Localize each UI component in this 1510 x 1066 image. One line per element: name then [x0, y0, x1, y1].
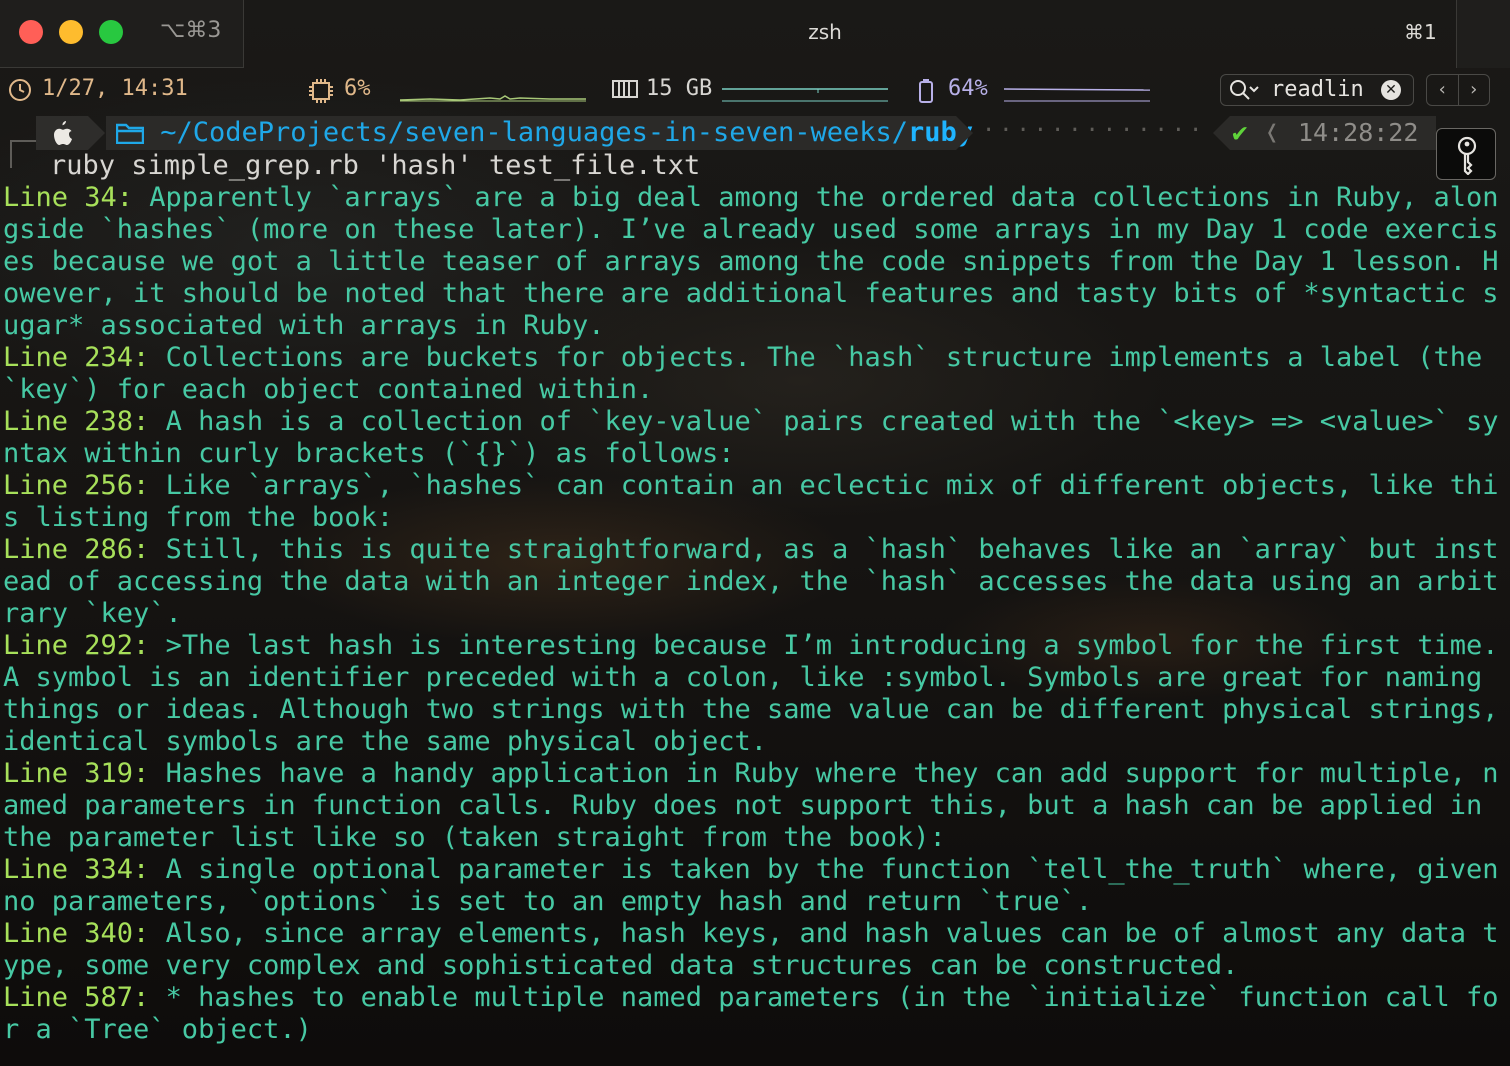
output-line: Line 334: A single optional parameter is…	[3, 854, 1508, 918]
line-text: Still, this is quite straightforward, as…	[3, 534, 1499, 629]
prompt-time: 14:28:22	[1298, 118, 1419, 147]
cpu-usage-graph	[400, 95, 586, 102]
line-number-label: Line 286:	[3, 534, 150, 565]
checkmark-icon: ✔	[1232, 118, 1248, 148]
output-line: Line 587: * hashes to enable multiple na…	[3, 982, 1508, 1046]
output-line: Line 256: Like `arrays`, `hashes` can co…	[3, 470, 1508, 534]
output-line: Line 319: Hashes have a handy applicatio…	[3, 758, 1508, 854]
window-titlebar: ⌥⌘3 zsh ⌘1	[0, 0, 1510, 68]
clear-search-button[interactable]: ✕	[1381, 80, 1401, 100]
line-number-label: Line 587:	[3, 982, 150, 1013]
folder-icon	[115, 117, 160, 148]
line-text: Collections are buckets for objects. The…	[3, 342, 1499, 405]
previous-match-button[interactable]: ‹	[1427, 75, 1459, 105]
output-line: Line 292: >The last hash is interesting …	[3, 630, 1508, 758]
battery-level-graph	[1004, 88, 1150, 102]
line-text: Apparently `arrays` are a big deal among…	[3, 182, 1499, 341]
datetime-text: 1/27, 14:31	[42, 76, 188, 101]
prompt-current-dir: ruby	[908, 117, 974, 148]
line-text: A hash is a collection of `key-value` pa…	[3, 406, 1499, 469]
command-line: ruby simple_grep.rb 'hash' test_file.txt	[50, 150, 701, 181]
output-line: Line 340: Also, since array elements, ha…	[3, 918, 1508, 982]
key-icon	[1457, 136, 1477, 175]
line-number-label: Line 292:	[3, 630, 150, 661]
output-line: Line 286: Still, this is quite straightf…	[3, 534, 1508, 630]
chevron-left-icon: ❬	[1264, 118, 1280, 148]
apple-icon	[36, 116, 105, 150]
output-line: Line 238: A hash is a collection of `key…	[3, 406, 1508, 470]
prompt-status-segment: ✔ ❬ 14:28:22	[1213, 116, 1436, 150]
memory-usage-graph	[722, 88, 888, 102]
line-text: >The last hash is interesting because I’…	[3, 630, 1499, 757]
status-bar: 1/27, 14:31 6% 15 GB 64% readlin ✕ ‹ ›	[0, 68, 1510, 114]
line-text: Like `arrays`, `hashes` can contain an e…	[3, 470, 1499, 533]
cpu-usage-text: 6%	[344, 76, 371, 101]
password-manager-button[interactable]	[1436, 128, 1496, 180]
prompt-filler-dots: ·············	[982, 118, 1207, 143]
line-number-label: Line 34:	[3, 182, 134, 213]
line-text: Hashes have a handy application in Ruby …	[3, 758, 1499, 853]
battery-level-text: 64%	[948, 76, 988, 101]
memory-usage-text: 15 GB	[646, 76, 713, 101]
prompt-path-prefix: ~/CodeProjects/seven-languages-in-seven-…	[160, 117, 909, 148]
shell-prompt: ~/CodeProjects/seven-languages-in-seven-…	[0, 116, 1510, 150]
line-number-label: Line 334:	[3, 854, 150, 885]
battery-icon	[918, 78, 934, 110]
window-title: zsh	[808, 20, 842, 44]
line-number-label: Line 319:	[3, 758, 150, 789]
output-line: Line 234: Collections are buckets for ob…	[3, 342, 1508, 406]
next-match-button[interactable]: ›	[1459, 75, 1490, 105]
line-number-label: Line 234:	[3, 342, 150, 373]
line-text: * hashes to enable multiple named parame…	[3, 982, 1499, 1045]
clock-icon	[8, 78, 32, 108]
cpu-chip-icon	[308, 78, 334, 110]
line-text: A single optional parameter is taken by …	[3, 854, 1499, 917]
search-icon	[1227, 76, 1261, 109]
terminal-output: Line 34: Apparently `arrays` are a big d…	[3, 182, 1508, 1046]
output-line: Line 34: Apparently `arrays` are a big d…	[3, 182, 1508, 342]
line-text: Also, since array elements, hash keys, a…	[3, 918, 1499, 981]
search-navigation: ‹ ›	[1426, 74, 1490, 106]
current-tab-shortcut-label: ⌘1	[1404, 20, 1437, 44]
prompt-path-segment: ~/CodeProjects/seven-languages-in-seven-…	[106, 116, 973, 150]
line-number-label: Line 256:	[3, 470, 150, 501]
search-input-value[interactable]: readlin	[1271, 77, 1364, 102]
memory-icon	[612, 78, 638, 106]
find-search-field[interactable]: readlin ✕	[1220, 74, 1414, 106]
line-number-label: Line 238:	[3, 406, 150, 437]
line-number-label: Line 340:	[3, 918, 150, 949]
